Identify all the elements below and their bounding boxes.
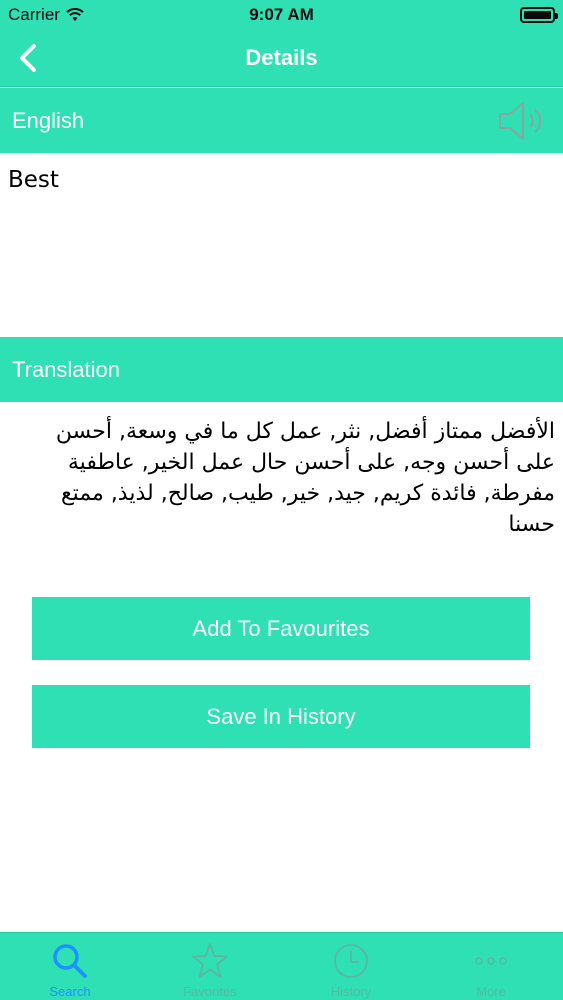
translation-header: Translation <box>0 337 563 402</box>
tab-search[interactable]: Search <box>0 933 140 1000</box>
battery-icon <box>520 7 558 23</box>
tab-favorites-label: Favorites <box>183 984 237 999</box>
tab-more[interactable]: More <box>421 933 561 1000</box>
translation-text: الأفضل ممتاز أفضل, نثر, عمل كل ما في وسع… <box>55 419 555 537</box>
english-word: Best <box>8 167 59 193</box>
clock-icon <box>334 944 368 978</box>
english-header-label: English <box>12 108 85 133</box>
add-to-favourites-button[interactable]: Add To Favourites <box>32 597 530 660</box>
save-in-history-button[interactable]: Save In History <box>32 685 530 748</box>
translation-header-label: Translation <box>12 357 121 382</box>
speaker-button[interactable] <box>497 99 551 143</box>
tab-more-label: More <box>476 984 506 999</box>
status-bar: Carrier 9:07 AM <box>0 0 563 30</box>
page-title: Details <box>245 45 318 70</box>
tab-history[interactable]: History <box>281 933 421 1000</box>
tab-history-label: History <box>330 984 372 999</box>
nav-bar: Details <box>0 30 563 87</box>
search-icon <box>53 944 87 978</box>
english-header: English <box>0 88 563 153</box>
star-icon <box>192 943 228 978</box>
tab-favorites[interactable]: Favorites <box>140 933 280 1000</box>
more-icon <box>475 957 507 965</box>
tab-bar: Search Favorites History More <box>0 932 563 1000</box>
speaker-icon <box>499 102 542 140</box>
status-time: 9:07 AM <box>249 5 314 24</box>
tab-search-label: Search <box>49 984 91 999</box>
